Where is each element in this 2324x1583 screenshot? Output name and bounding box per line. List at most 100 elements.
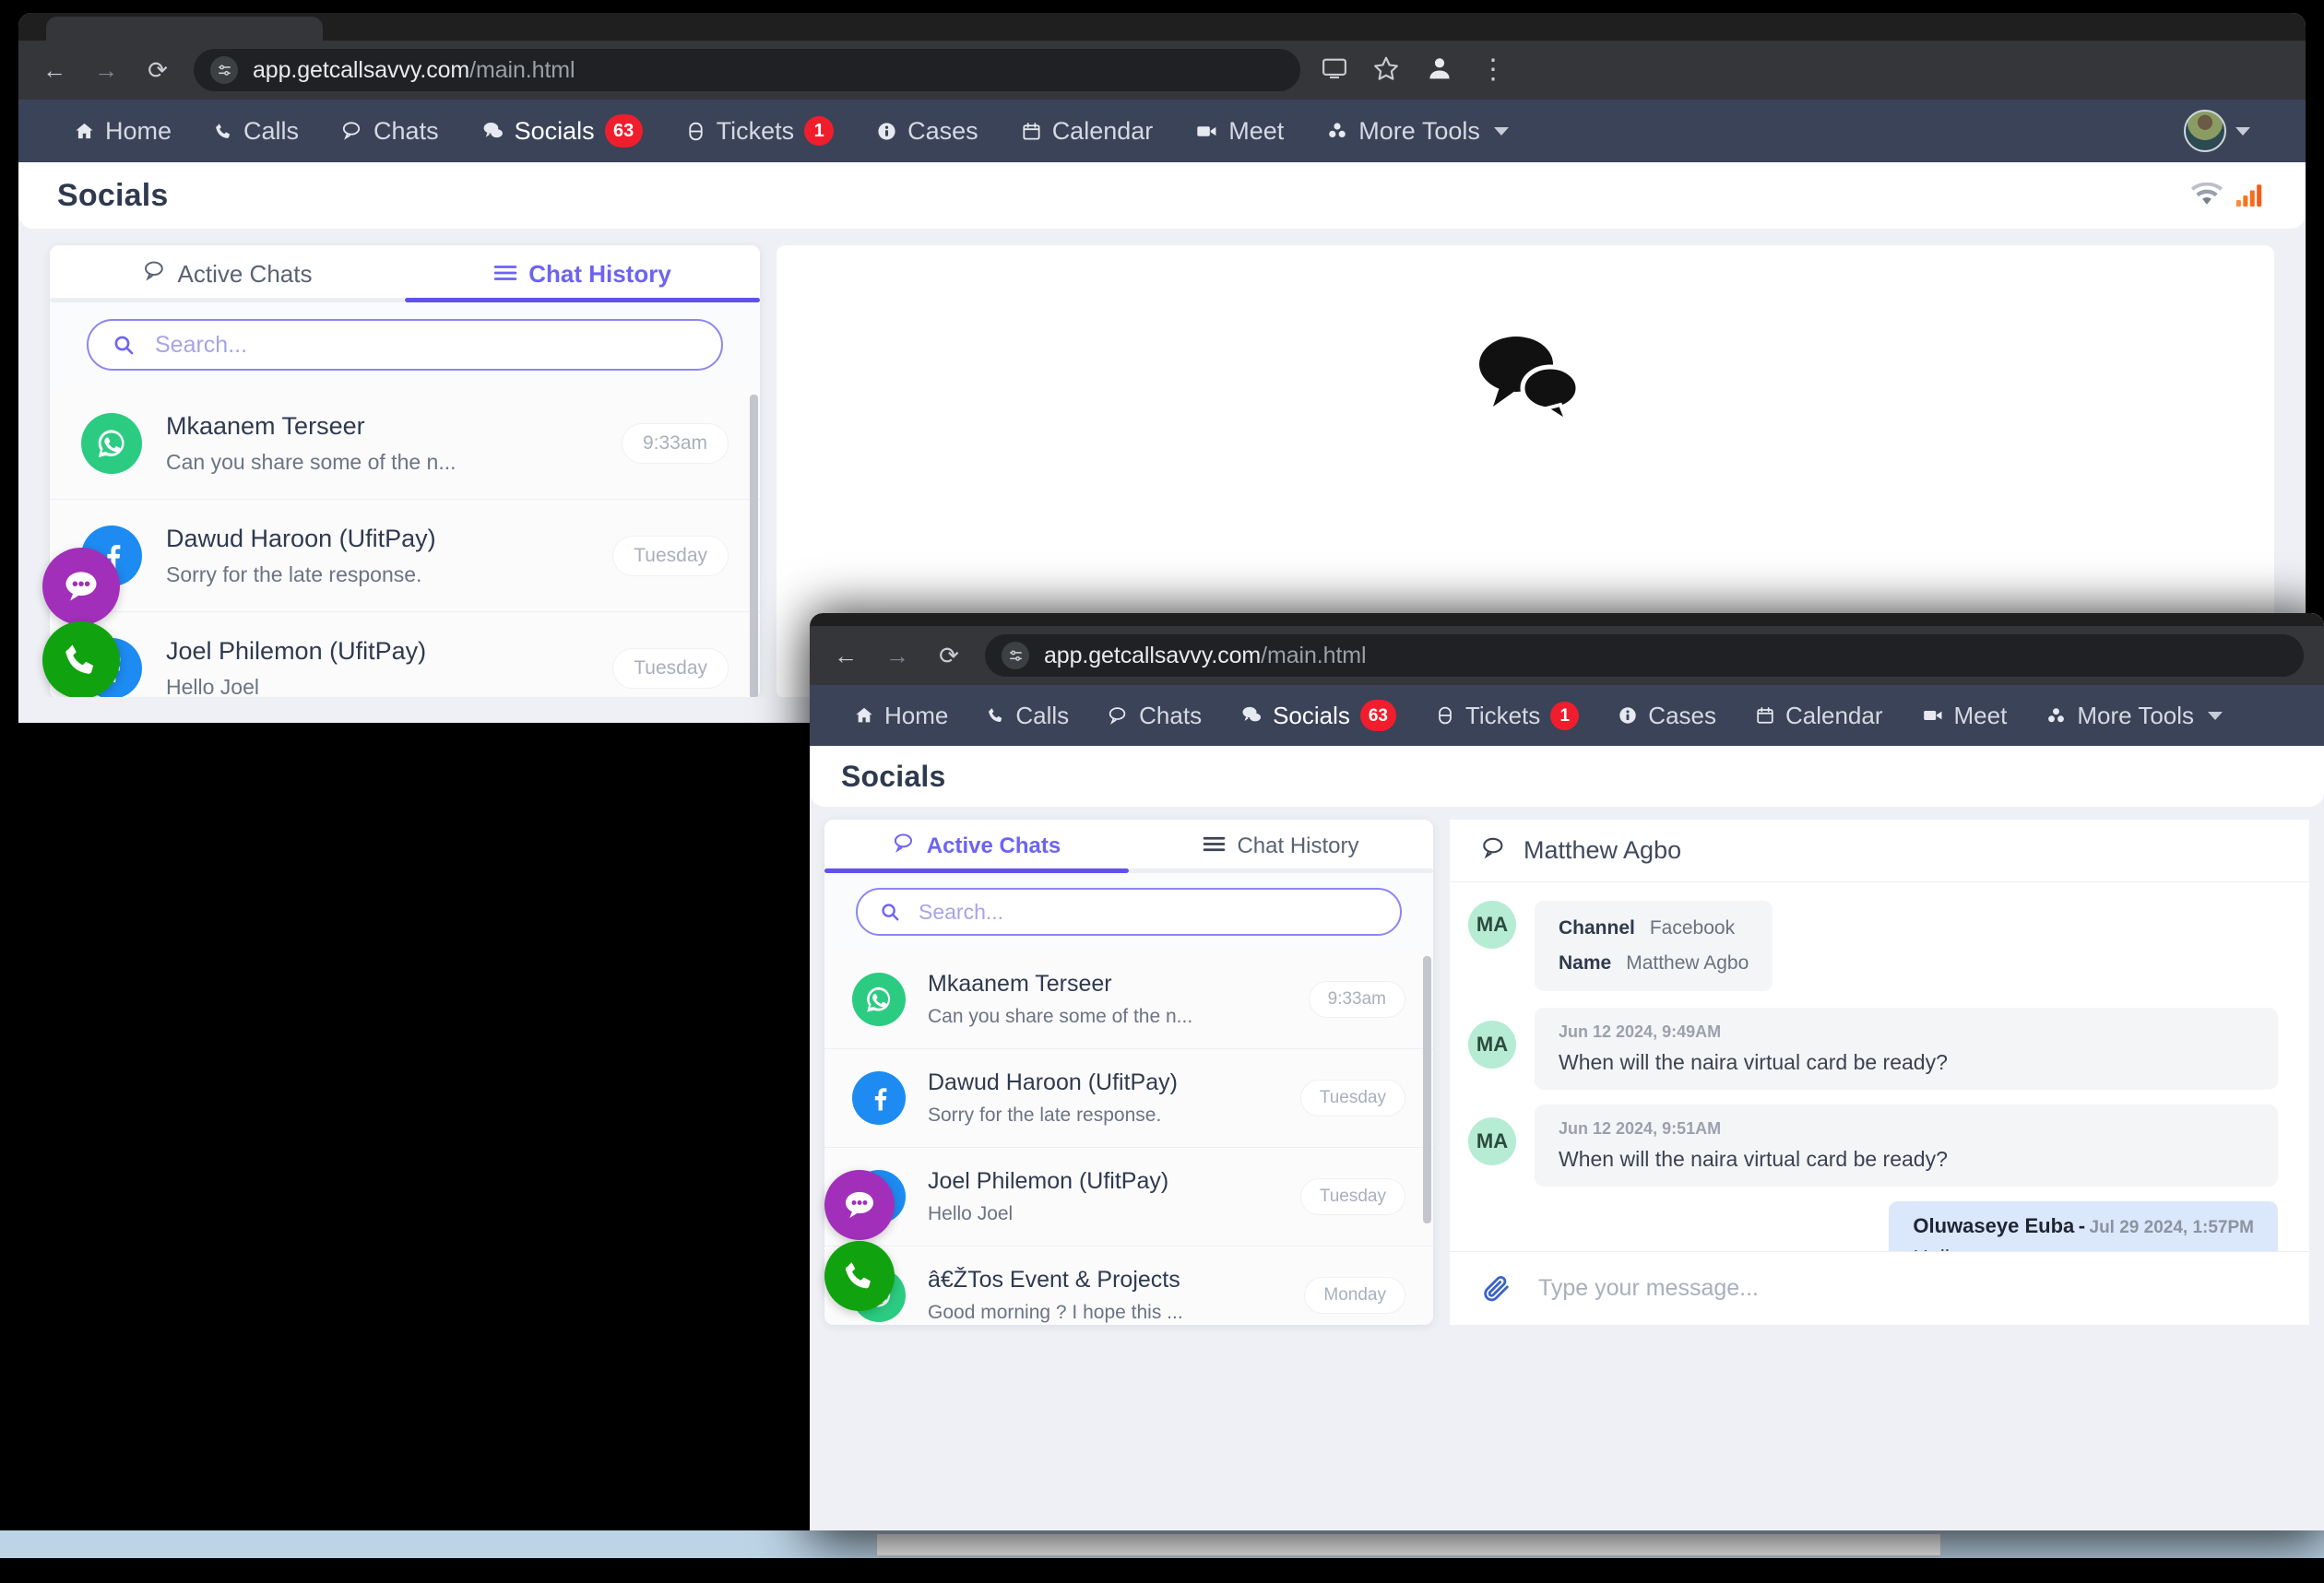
address-bar-back[interactable]: app.getcallsavvy.com/main.html bbox=[194, 49, 1300, 91]
taskbar-window-preview[interactable] bbox=[876, 1533, 1941, 1556]
chat-fab[interactable] bbox=[42, 548, 120, 625]
page-title: Socials bbox=[841, 759, 946, 793]
nav-item-socials[interactable]: Socials 63 bbox=[481, 114, 643, 148]
search-input[interactable]: Search... bbox=[87, 319, 723, 371]
tune-icon[interactable] bbox=[210, 56, 238, 84]
avatar-chevron-icon[interactable] bbox=[2235, 126, 2250, 136]
list-item-time: 9:33am bbox=[621, 422, 729, 464]
toolbar-right-back[interactable]: ⋮ bbox=[1321, 53, 1507, 89]
star-icon[interactable] bbox=[1372, 54, 1400, 87]
back-arrow-icon[interactable]: ← bbox=[39, 54, 70, 86]
search-placeholder: Search... bbox=[919, 899, 1004, 924]
chat-fab[interactable] bbox=[824, 1170, 895, 1240]
chat-list-panel-back[interactable]: Active Chats Chat History Search... Mkaa… bbox=[50, 245, 760, 697]
nav-item-more-tools[interactable]: More Tools bbox=[1326, 117, 1509, 146]
tune-icon[interactable] bbox=[1002, 642, 1029, 669]
app-nav-right-back[interactable] bbox=[2184, 110, 2250, 152]
profile-icon[interactable] bbox=[1424, 53, 1455, 89]
home-icon bbox=[74, 121, 95, 142]
chevron-down-icon[interactable] bbox=[2208, 711, 2223, 720]
tab-active-chats[interactable]: Active Chats bbox=[824, 820, 1129, 873]
nav-item-calls[interactable]: Calls bbox=[214, 117, 299, 146]
search-input[interactable]: Search... bbox=[856, 888, 1402, 936]
chat-scroll-front[interactable]: Mkaanem Terseer Can you share some of th… bbox=[824, 951, 1433, 1325]
nav-item-calendar[interactable]: Calendar bbox=[1755, 702, 1883, 730]
message-outgoing-row: Oluwaseye Euba - Jul 29 2024, 1:57PM Hel… bbox=[1468, 1201, 2278, 1251]
list-item[interactable]: Dawud Haroon (UfitPay) Sorry for the lat… bbox=[50, 500, 760, 612]
nav-item-calendar[interactable]: Calendar bbox=[1021, 117, 1153, 146]
browser-tab-back[interactable] bbox=[46, 17, 323, 44]
message-composer[interactable]: Type your message... bbox=[1450, 1251, 2309, 1325]
list-item[interactable]: Mkaanem Terseer Can you share some of th… bbox=[824, 951, 1433, 1049]
reload-icon[interactable]: ⟳ bbox=[142, 54, 173, 86]
tab-strip-back[interactable] bbox=[18, 13, 2306, 44]
back-arrow-icon[interactable]: ← bbox=[830, 640, 861, 671]
list-item[interactable]: Dawud Haroon (UfitPay) Sorry for the lat… bbox=[824, 1049, 1433, 1148]
app-nav-items-back[interactable]: Home Calls Chats Socials 63 Tickets 1 Ca… bbox=[74, 114, 1509, 148]
chat-bubble-icon bbox=[143, 259, 167, 289]
call-fab[interactable] bbox=[42, 621, 120, 697]
nav-item-meet[interactable]: Meet bbox=[1195, 117, 1284, 146]
call-fab[interactable] bbox=[824, 1241, 895, 1311]
nav-label: Calls bbox=[243, 116, 300, 145]
list-item-name: Mkaanem Terseer bbox=[166, 411, 365, 440]
nav-item-cases[interactable]: Cases bbox=[876, 117, 978, 146]
chat-bubble-icon bbox=[341, 120, 363, 142]
list-item[interactable]: â€ŽTos Event & Projects Good morning ? I… bbox=[824, 1246, 1433, 1325]
list-item-name: Dawud Haroon (UfitPay) bbox=[166, 524, 436, 552]
reload-icon[interactable]: ⟳ bbox=[933, 640, 965, 671]
tab-active-chats[interactable]: Active Chats bbox=[50, 245, 405, 302]
browser-toolbar-back[interactable]: ← → ⟳ app.getcallsavvy.com/main.html ⋮ bbox=[18, 41, 2306, 100]
list-item-preview: Sorry for the late response. bbox=[166, 561, 422, 586]
list-item[interactable]: Joel Philemon (UfitPay) Hello Joel Tuesd… bbox=[824, 1148, 1433, 1246]
tab-chat-history[interactable]: Chat History bbox=[405, 245, 760, 302]
cast-icon[interactable] bbox=[1321, 54, 1348, 87]
info-key: Channel bbox=[1559, 917, 1635, 939]
address-bar-front[interactable]: app.getcallsavvy.com/main.html bbox=[985, 634, 2304, 677]
url-domain: app.getcallsavvy.com bbox=[1044, 642, 1262, 668]
nav-label: More Tools bbox=[1358, 116, 1480, 145]
browser-toolbar-front[interactable]: ← → ⟳ app.getcallsavvy.com/main.html bbox=[810, 626, 2324, 685]
nav-item-tickets[interactable]: Tickets 1 bbox=[1435, 701, 1580, 730]
tab-strip-front[interactable] bbox=[810, 613, 2324, 626]
list-item[interactable]: Joel Philemon (UfitPay) Hello Joel Tuesd… bbox=[50, 612, 760, 697]
chat-scroll-back[interactable]: Mkaanem Terseer Can you share some of th… bbox=[50, 387, 760, 697]
signal-bars-icon bbox=[2235, 181, 2267, 211]
browser-window-front[interactable]: ← → ⟳ app.getcallsavvy.com/main.html Hom… bbox=[810, 613, 2324, 1530]
nav-item-chats[interactable]: Chats bbox=[341, 117, 439, 146]
scrollbar[interactable] bbox=[1423, 956, 1431, 1223]
status-icons-back bbox=[2191, 181, 2267, 211]
forward-arrow-icon[interactable]: → bbox=[882, 640, 913, 671]
app-nav-back[interactable]: Home Calls Chats Socials 63 Tickets 1 Ca… bbox=[18, 100, 2306, 162]
nav-item-meet[interactable]: Meet bbox=[1922, 702, 2007, 730]
message-input-placeholder[interactable]: Type your message... bbox=[1538, 1275, 1759, 1302]
nav-item-chats[interactable]: Chats bbox=[1108, 702, 1202, 730]
chevron-down-icon[interactable] bbox=[1493, 126, 1509, 136]
avatar: MA bbox=[1468, 1021, 1516, 1069]
message-area[interactable]: MA Channel Facebook Name Matthew Agbo MA… bbox=[1450, 882, 2309, 1251]
list-item-time: Tuesday bbox=[1299, 1178, 1405, 1215]
list-item-text: Joel Philemon (UfitPay) Hello Joel bbox=[166, 637, 588, 698]
list-item[interactable]: Mkaanem Terseer Can you share some of th… bbox=[50, 387, 760, 500]
three-dot-menu-icon[interactable]: ⋮ bbox=[1479, 56, 1507, 84]
nav-item-more-tools[interactable]: More Tools bbox=[2045, 702, 2223, 730]
nav-item-home[interactable]: Home bbox=[854, 702, 948, 730]
list-item-text: Dawud Haroon (UfitPay) Sorry for the lat… bbox=[928, 1069, 1278, 1127]
nav-item-socials[interactable]: Socials 63 bbox=[1240, 700, 1396, 731]
list-item-preview: Good morning ? I hope this ... bbox=[928, 1302, 1183, 1323]
chat-list-panel-front[interactable]: Active Chats Chat History Search... Mkaa… bbox=[824, 820, 1433, 1325]
avatar[interactable] bbox=[2184, 110, 2226, 152]
nav-label: Tickets bbox=[716, 116, 795, 145]
forward-arrow-icon[interactable]: → bbox=[90, 54, 122, 86]
nav-item-cases[interactable]: Cases bbox=[1618, 702, 1716, 730]
tab-chat-history[interactable]: Chat History bbox=[1129, 820, 1433, 873]
chat-bubbles-icon bbox=[1465, 327, 1585, 433]
nav-item-calls[interactable]: Calls bbox=[987, 702, 1069, 730]
nav-item-home[interactable]: Home bbox=[74, 117, 172, 146]
app-nav-front[interactable]: Home Calls Chats Socials 63 Tickets 1 Ca… bbox=[810, 685, 2324, 746]
chat-tabs-back[interactable]: Active Chats Chat History bbox=[50, 245, 760, 302]
paperclip-icon[interactable] bbox=[1481, 1273, 1512, 1305]
scrollbar[interactable] bbox=[750, 395, 758, 697]
nav-item-tickets[interactable]: Tickets 1 bbox=[685, 116, 835, 146]
chat-tabs-front[interactable]: Active Chats Chat History bbox=[824, 820, 1433, 873]
